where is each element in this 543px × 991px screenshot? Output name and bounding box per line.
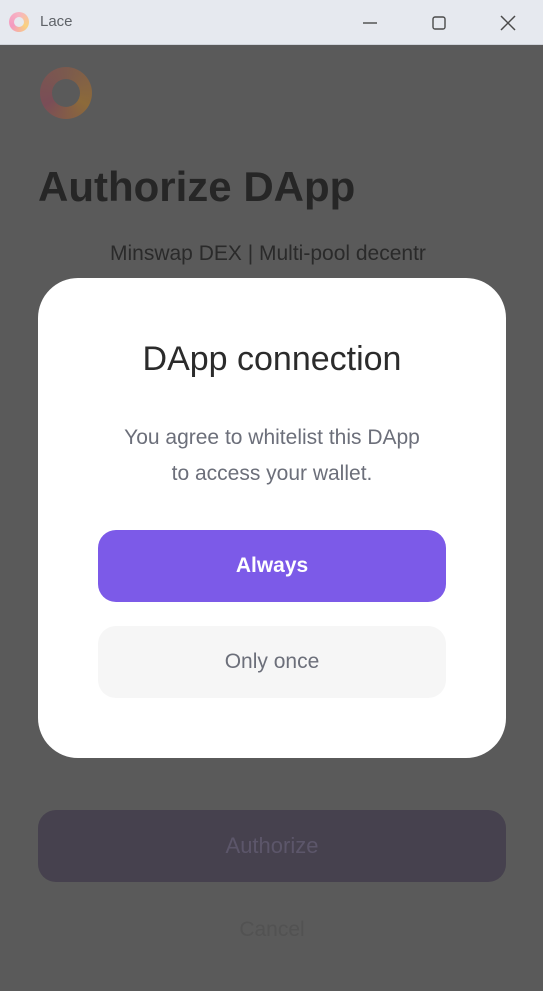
dapp-name: Minswap DEX | Multi-pool decentr	[110, 242, 426, 265]
minimize-button[interactable]	[336, 0, 404, 45]
window-titlebar: Lace	[0, 0, 543, 45]
maximize-icon	[432, 15, 446, 30]
dapp-connection-dialog: DApp connection You agree to whitelist t…	[38, 278, 506, 758]
dialog-title: DApp connection	[142, 340, 402, 378]
maximize-button[interactable]	[405, 0, 473, 45]
lace-logo	[40, 67, 92, 119]
always-button[interactable]: Always	[98, 530, 446, 602]
cancel-button: Cancel	[239, 918, 305, 941]
window-title: Lace	[40, 13, 73, 30]
dialog-description-line-2: to access your wallet.	[171, 462, 373, 485]
lace-logo-icon	[9, 12, 29, 32]
only-once-button[interactable]: Only once	[98, 626, 446, 698]
authorize-button: Authorize	[38, 810, 506, 882]
minimize-icon	[363, 21, 377, 24]
close-icon	[500, 14, 516, 31]
dialog-description-line-1: You agree to whitelist this DApp	[124, 426, 420, 449]
dialog-description: You agree to whitelist this DApp to acce…	[78, 420, 466, 492]
window-content: Authorize DApp Minswap DEX | Multi-pool …	[0, 45, 543, 991]
close-button[interactable]	[474, 0, 542, 45]
page-heading: Authorize DApp	[38, 163, 356, 210]
